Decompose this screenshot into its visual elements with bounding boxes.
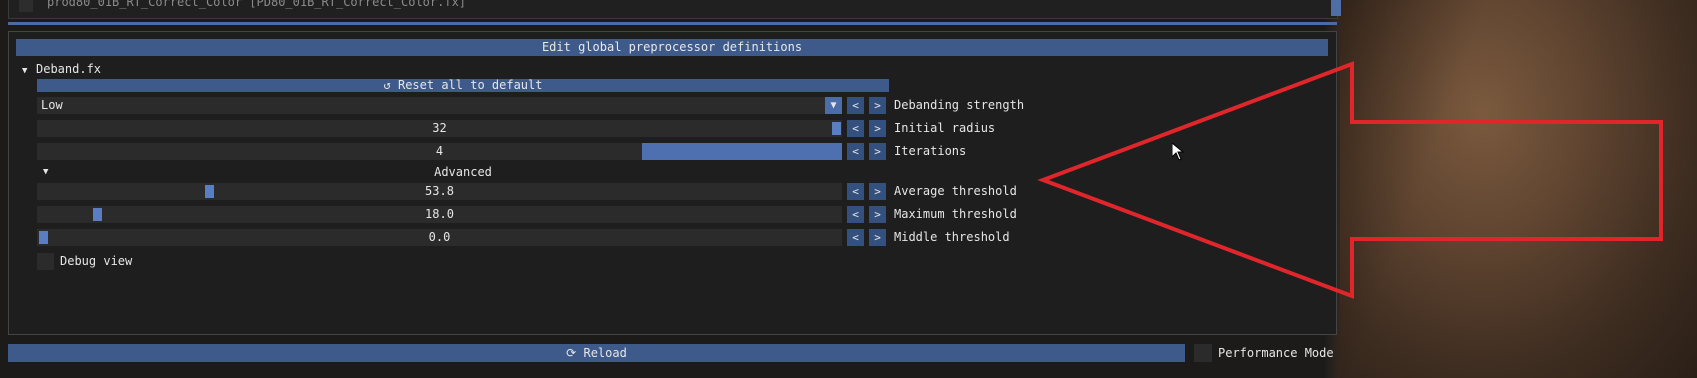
- checkbox-box[interactable]: [1194, 344, 1212, 362]
- advanced-section-header[interactable]: ▼ Advanced: [37, 164, 889, 180]
- setting-label: Initial radius: [894, 121, 996, 135]
- list-scrollbar[interactable]: [1331, 0, 1341, 16]
- technique-item-label[interactable]: prod80_01B_RT_Correct_Color [PD80_01B_RT…: [47, 0, 466, 9]
- combo-value: Low: [41, 98, 63, 112]
- advanced-label: Advanced: [434, 165, 492, 179]
- triangle-down-icon[interactable]: ▼: [825, 97, 842, 114]
- reset-label: Reset all to default: [397, 78, 543, 92]
- middle-threshold-slider[interactable]: 0.0: [37, 229, 842, 246]
- reset-all-button[interactable]: ↺ Reset all to default: [37, 79, 889, 92]
- setting-label: Maximum threshold: [894, 207, 1017, 221]
- setting-label: Iterations: [894, 144, 967, 158]
- splitter-bar[interactable]: [8, 22, 1337, 25]
- reload-button[interactable]: ⟳ Reload: [8, 344, 1185, 362]
- refresh-icon: ⟳: [566, 346, 577, 360]
- tree-node-label: Deband.fx: [36, 62, 102, 76]
- slider-value: 18.0: [425, 207, 454, 221]
- next-button[interactable]: >: [869, 120, 886, 137]
- maximum-threshold-slider[interactable]: 18.0: [37, 206, 842, 223]
- slider-value: 4: [435, 144, 444, 158]
- prev-button[interactable]: <: [847, 120, 864, 137]
- debanding-strength-combo[interactable]: Low ▼: [37, 97, 842, 114]
- setting-label: Debanding strength: [894, 98, 1025, 112]
- prev-button[interactable]: <: [847, 206, 864, 223]
- performance-mode-checkbox[interactable]: Performance Mode: [1194, 344, 1334, 362]
- tree-node-deband[interactable]: ▼ Deband.fx: [22, 61, 101, 77]
- prev-button[interactable]: <: [847, 183, 864, 200]
- setting-label: Middle threshold: [894, 230, 1010, 244]
- expand-arrow-icon[interactable]: ▼: [22, 63, 36, 79]
- prev-button[interactable]: <: [847, 143, 864, 160]
- debug-label: Debug view: [60, 254, 133, 268]
- setting-label: Average threshold: [894, 184, 1017, 198]
- reload-label: Reload: [583, 346, 627, 360]
- undo-icon: ↺: [383, 78, 391, 92]
- next-button[interactable]: >: [869, 206, 886, 223]
- next-button[interactable]: >: [869, 143, 886, 160]
- slider-value: 0.0: [428, 230, 451, 244]
- technique-list[interactable]: prod80_01B_RT_Correct_Color [PD80_01B_RT…: [8, 0, 1341, 19]
- initial-radius-slider[interactable]: 32: [37, 120, 842, 137]
- prev-button[interactable]: <: [847, 97, 864, 114]
- next-button[interactable]: >: [869, 229, 886, 246]
- iterations-slider[interactable]: 4: [37, 143, 842, 160]
- slider-value: 32: [432, 121, 447, 135]
- average-threshold-slider[interactable]: 53.8: [37, 183, 842, 200]
- debug-view-checkbox[interactable]: Debug view: [37, 253, 132, 270]
- next-button[interactable]: >: [869, 97, 886, 114]
- next-button[interactable]: >: [869, 183, 886, 200]
- game-scene-background: [1340, 0, 1697, 378]
- prev-button[interactable]: <: [847, 229, 864, 246]
- performance-mode-label: Performance Mode: [1218, 346, 1334, 360]
- checkbox-box[interactable]: [37, 253, 54, 270]
- slider-value: 53.8: [425, 184, 454, 198]
- edit-preprocessor-button[interactable]: Edit global preprocessor definitions: [16, 39, 1328, 56]
- technique-checkbox[interactable]: [19, 0, 33, 12]
- mouse-cursor-icon: [1172, 143, 1184, 161]
